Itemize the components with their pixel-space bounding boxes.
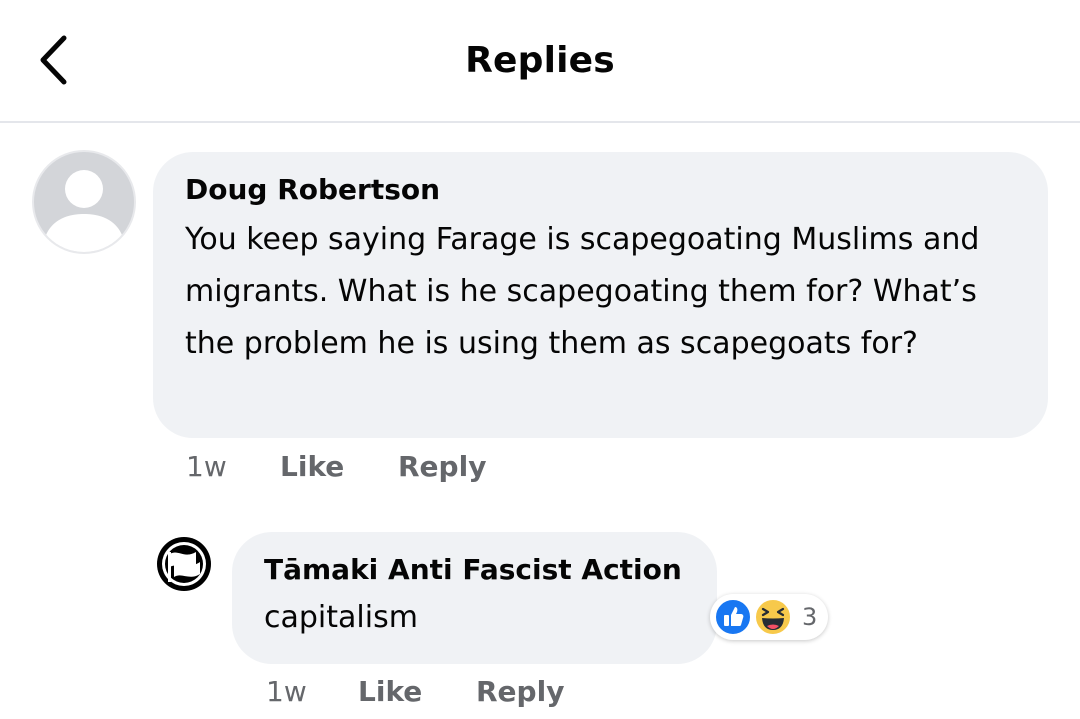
default-profile-icon: [42, 170, 126, 252]
comment-actions: 1w Like Reply: [186, 447, 506, 487]
like-button[interactable]: Like: [280, 447, 344, 487]
avatar[interactable]: [152, 532, 216, 596]
like-reaction-icon: [714, 598, 752, 636]
comment-author[interactable]: Tāmaki Anti Fascist Action: [264, 552, 687, 588]
comment-author[interactable]: Doug Robertson: [185, 172, 1014, 208]
page-title: Replies: [465, 40, 615, 81]
reply-button[interactable]: Reply: [476, 672, 564, 712]
reaction-count: 3: [802, 603, 818, 631]
reply-bubble: Tāmaki Anti Fascist Action capitalism: [232, 532, 717, 664]
avatar[interactable]: [32, 150, 136, 254]
like-button[interactable]: Like: [358, 672, 422, 712]
antifa-logo-icon: [153, 533, 215, 595]
haha-reaction-icon: [754, 598, 792, 636]
comment-text: You keep saying Farage is scapegoating M…: [185, 222, 980, 361]
comment-bubble: Doug Robertson You keep saying Farage is…: [153, 152, 1048, 438]
comment-timestamp[interactable]: 1w: [266, 672, 307, 712]
comment-actions: 1w Like Reply: [266, 672, 586, 712]
reply-button[interactable]: Reply: [398, 447, 486, 487]
reaction-summary[interactable]: 3: [710, 594, 828, 640]
comment-timestamp[interactable]: 1w: [186, 447, 227, 487]
replies-header: Replies: [0, 0, 1080, 123]
comment-text: capitalism: [264, 600, 418, 635]
